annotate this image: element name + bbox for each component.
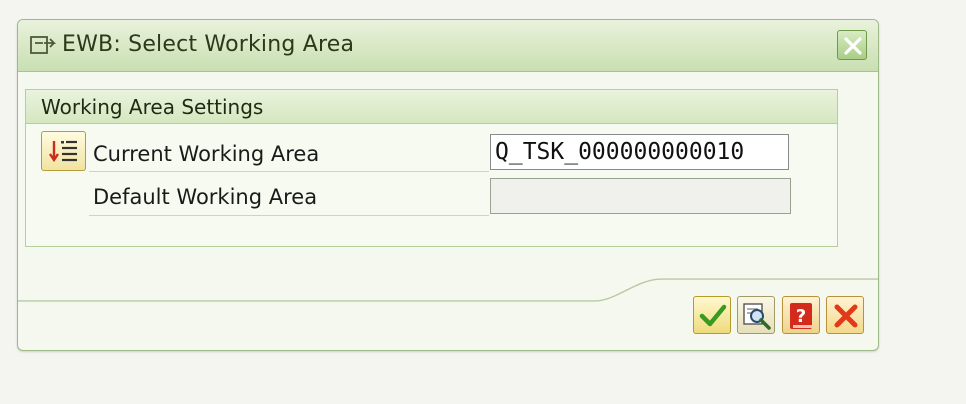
svg-text:?: ? (796, 306, 806, 327)
checkmark-icon (699, 304, 727, 327)
select-working-area-dialog: EWB: Select Working Area Working Area Se… (17, 19, 879, 351)
dialog-window-icon (30, 34, 57, 56)
row-divider (89, 215, 489, 216)
cancel-button[interactable] (826, 296, 864, 334)
question-mark-icon: ? (790, 303, 812, 329)
magnifier-icon (743, 303, 771, 330)
value-help-button[interactable] (41, 131, 86, 171)
row-divider (89, 171, 489, 172)
ok-button[interactable] (693, 296, 731, 334)
value-help-list-icon (49, 140, 77, 163)
default-working-area-input (490, 178, 791, 214)
default-working-area-label: Default Working Area (93, 185, 318, 209)
help-button[interactable]: ? (782, 296, 820, 334)
dialog-titlebar: EWB: Select Working Area (18, 20, 878, 72)
cancel-x-icon (834, 304, 858, 328)
dialog-title: EWB: Select Working Area (62, 32, 355, 57)
working-area-settings-group: Working Area Settings Current Working Ar… (25, 89, 838, 247)
current-working-area-label: Current Working Area (93, 142, 320, 166)
close-icon (844, 37, 862, 55)
search-button[interactable] (737, 296, 775, 334)
group-title: Working Area Settings (41, 95, 264, 119)
current-working-area-input[interactable] (490, 134, 789, 170)
close-button[interactable] (837, 30, 867, 60)
group-header: Working Area Settings (26, 90, 837, 124)
